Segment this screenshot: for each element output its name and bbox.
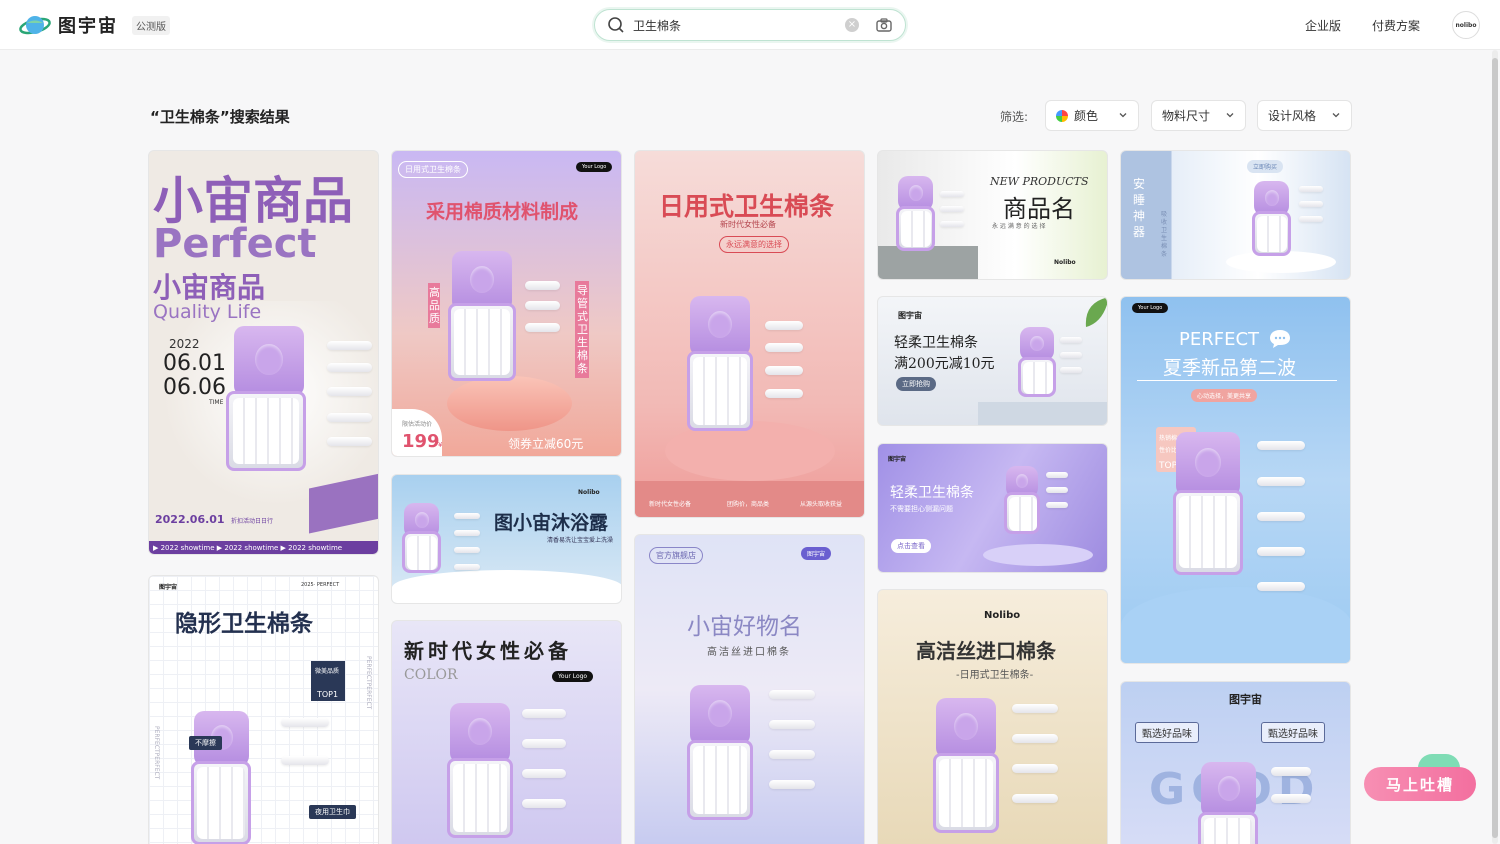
template-card[interactable]: 日用式卫生棉条 新时代女性必备 永远满意的选择 新时代女性必备 团购价，商品类 … (634, 150, 865, 518)
filter-size[interactable]: 物料尺寸 (1151, 100, 1246, 131)
chevron-down-icon (1332, 113, 1340, 118)
card-title: 采用棉质材料制成 (426, 201, 579, 223)
brand-name: 图宇宙 (58, 16, 118, 37)
template-card[interactable]: 官方旗舰店 图宇宙 小宙好物名 高洁丝进口棉条 (634, 534, 865, 844)
search-box: × (594, 9, 906, 41)
template-card[interactable]: 图宇宙 2025· PERFECT 隐形卫生棉条 微美品质 TOP1 不摩擦 夜… (148, 575, 379, 844)
scrollbar[interactable] (1492, 50, 1498, 844)
card-title: 隐形卫生棉条 (175, 611, 313, 637)
card-title: 轻柔卫生棉条 (894, 335, 978, 351)
color-wheel-icon (1056, 109, 1068, 122)
card-title: 新时代女性必备 (404, 639, 572, 663)
template-card[interactable]: Nolibo 图小宙沐浴露 清香易洗让宝宝爱上洗澡 (391, 474, 622, 604)
template-card[interactable]: 图宇宙 轻柔卫生棉条 满200元减10元 立即抢购 (877, 296, 1108, 426)
clear-icon[interactable]: × (845, 18, 859, 32)
template-card[interactable]: 日用式卫生棉条 Your Logo 采用棉质材料制成 高品质 导管式卫生棉条 限… (391, 150, 622, 457)
pricing-link[interactable]: 付费方案 (1372, 17, 1420, 34)
chevron-down-icon (1226, 113, 1234, 118)
filter-label: 筛选: (1000, 110, 1029, 124)
template-card[interactable]: 图宇宙 轻柔卫生棉条 不需要担心侧漏问题 点击查看 (877, 443, 1108, 573)
template-card[interactable]: Nolibo 高洁丝进口棉条 -日用式卫生棉条- (877, 589, 1108, 844)
chevron-down-icon (1119, 113, 1127, 118)
beta-badge: 公测版 (132, 15, 170, 35)
enterprise-link[interactable]: 企业版 (1305, 17, 1341, 34)
card-title: 小宙好物名 (687, 614, 802, 640)
avatar[interactable]: nolibo (1452, 11, 1480, 39)
filter-color[interactable]: 颜色 (1045, 100, 1139, 131)
card-title: 图小宙沐浴露 (494, 512, 609, 534)
filter-style[interactable]: 设计风格 (1257, 100, 1352, 131)
card-title: 夏季新品第二波 (1163, 357, 1297, 379)
template-card[interactable]: 小宙商品 Perfect 小宙商品 Quality Life 2022 06.0… (148, 150, 379, 555)
results-title: “卫生棉条”搜索结果 (150, 108, 290, 126)
template-card[interactable]: 安睡神器 吸收卫生棉条 立即购买 (1120, 150, 1351, 280)
search-input[interactable] (633, 15, 833, 35)
template-card[interactable]: 图宇宙 甄选好品味 甄选好品味 GOOD (1120, 681, 1351, 844)
card-title: 商品名 (1003, 195, 1075, 223)
template-card[interactable]: NEW PRODUCTS 商品名 永 远 满 意 的 选 择 Nolibo (877, 150, 1108, 280)
top-bar: 图宇宙 公测版 × 企业版 付费方案 nolibo (0, 0, 1500, 50)
scrollbar-thumb[interactable] (1492, 58, 1498, 838)
chat-bubble-icon (1270, 330, 1290, 348)
leaf-icon (1085, 297, 1107, 327)
template-card[interactable]: 新时代女性必备 COLOR Your Logo (391, 620, 622, 844)
feedback-button[interactable]: 马上吐槽 (1364, 767, 1476, 801)
card-title: 轻柔卫生棉条 (890, 485, 974, 501)
brand-logo[interactable]: 图宇宙 公测版 (18, 12, 170, 38)
card-title: 高洁丝进口棉条 (916, 639, 1056, 663)
template-card[interactable]: Your Logo PERFECT 夏季新品第二波 心动选择，美更共享 热销棉条… (1120, 296, 1351, 664)
camera-icon[interactable] (875, 16, 893, 34)
planet-icon (18, 12, 52, 38)
search-icon[interactable] (607, 16, 625, 34)
card-title: 日用式卫生棉条 (659, 192, 835, 221)
